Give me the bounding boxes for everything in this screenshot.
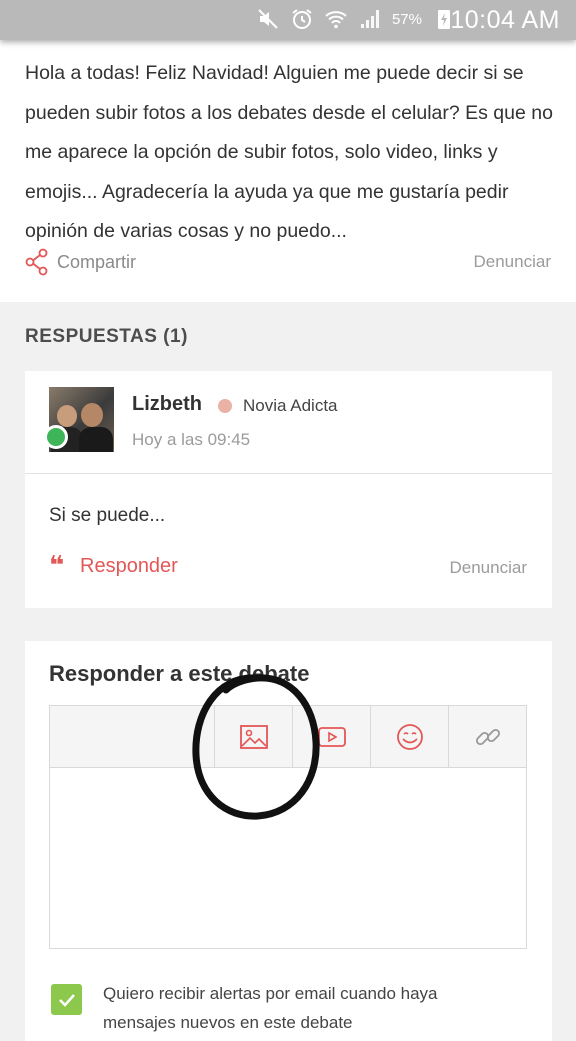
quote-icon: ❝	[49, 550, 65, 580]
wifi-icon	[325, 11, 347, 29]
mute-icon	[258, 9, 278, 29]
online-status-dot	[44, 425, 68, 449]
answer-timestamp: Hoy a las 09:45	[132, 430, 251, 449]
alarm-icon	[292, 9, 312, 29]
image-icon	[239, 724, 268, 749]
insert-link-button[interactable]	[448, 706, 526, 767]
battery-percent: 57%	[391, 10, 422, 28]
status-icons: 57%	[256, 7, 456, 31]
email-alerts-label[interactable]: Quiero recibir alertas por email cuando …	[103, 979, 503, 1037]
divider	[25, 473, 552, 474]
post-body: Hola a todas! Feliz Navidad! Alguien me …	[25, 62, 553, 242]
link-icon	[475, 728, 500, 745]
emoji-icon	[396, 723, 423, 750]
insert-emoji-button[interactable]	[370, 706, 448, 767]
email-alerts-checkbox[interactable]	[51, 984, 82, 1015]
share-icon	[25, 248, 48, 276]
reply-button[interactable]: Responder	[80, 555, 178, 578]
answer-author[interactable]: Lizbeth	[132, 393, 202, 416]
checkmark-icon	[58, 993, 75, 1007]
report-post-link[interactable]: Denunciar	[474, 252, 552, 272]
debate-post: Hola a todas! Feliz Navidad! Alguien me …	[0, 40, 576, 302]
insert-image-button[interactable]	[214, 706, 292, 767]
reply-form: Responder a este debate Quiero recibir a…	[25, 641, 552, 1041]
status-bar: 57% 10:04 AM	[0, 0, 576, 40]
answers-heading: RESPUESTAS (1)	[25, 326, 188, 347]
video-icon	[317, 726, 346, 747]
author-rank: Novia Adicta	[243, 396, 338, 415]
reply-form-title: Responder a este debate	[49, 661, 310, 686]
report-answer-link[interactable]: Denunciar	[450, 558, 528, 578]
share-label: Compartir	[57, 251, 137, 272]
rank-dot-icon	[218, 399, 232, 413]
answer-card: Lizbeth Novia Adicta Hoy a las 09:45 Si …	[25, 371, 552, 608]
reply-editor[interactable]	[49, 705, 527, 949]
clock: 10:04 AM	[450, 6, 560, 34]
editor-toolbar	[50, 706, 526, 768]
insert-video-button[interactable]	[292, 706, 370, 767]
share-button[interactable]: Compartir	[25, 248, 136, 276]
answer-text: Si se puede...	[49, 505, 166, 526]
signal-icon	[360, 10, 379, 28]
